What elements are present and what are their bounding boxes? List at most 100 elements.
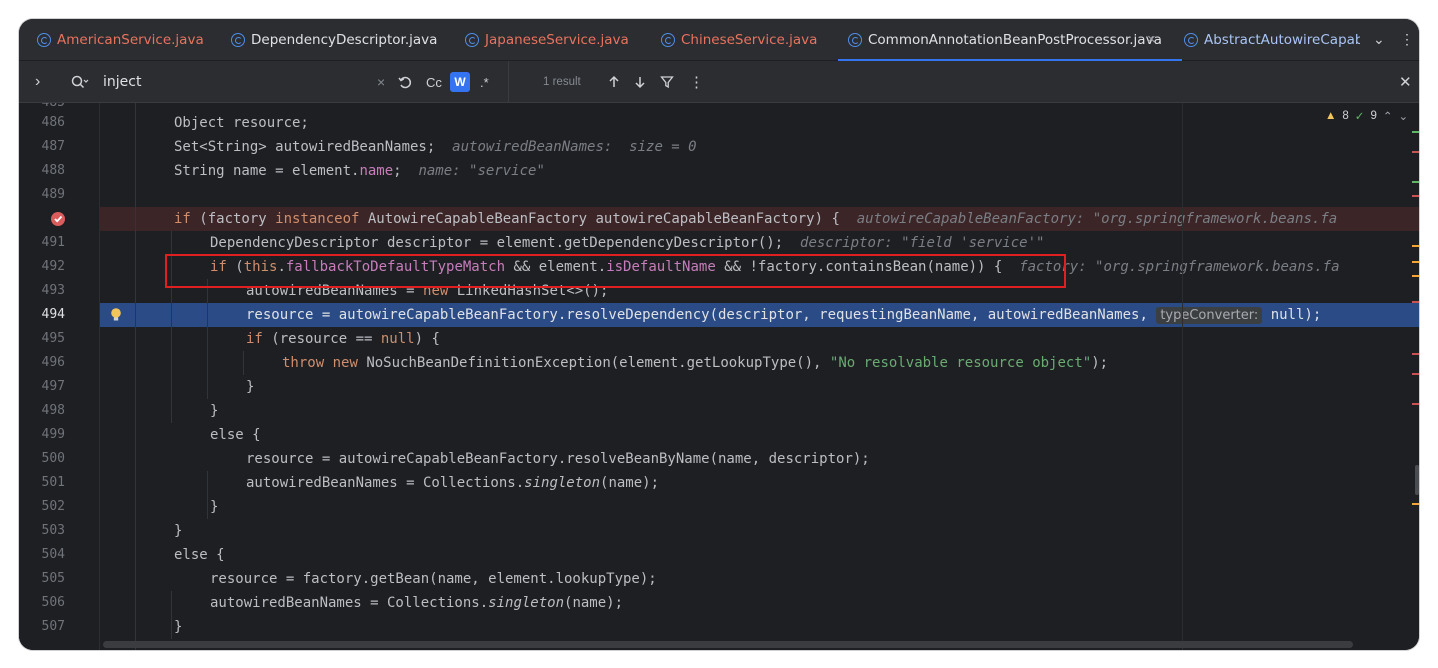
match-case-button[interactable]: Cc <box>426 61 442 103</box>
vertical-scrollbar[interactable] <box>1415 465 1419 495</box>
class-icon <box>848 33 862 47</box>
line-number: 486 <box>41 115 65 130</box>
ide-window: AmericanService.java DependencyDescripto… <box>19 19 1419 650</box>
line-gutter: 485 486 487 488 489 491 492 493 494 495 … <box>19 103 100 650</box>
stripe-marker <box>1412 151 1419 153</box>
regex-button[interactable]: .* <box>480 61 489 103</box>
check-icon: ✓ <box>1354 111 1365 123</box>
indent-guide <box>135 103 136 650</box>
more-vertical-icon[interactable]: ⋮ <box>1400 31 1414 48</box>
line-number: 491 <box>41 235 65 250</box>
tab-common-annotation-bean-post-processor[interactable]: CommonAnnotationBeanPostProcessor.java <box>838 19 1182 61</box>
code-line: autowiredBeanNames = Collections.singlet… <box>210 595 624 611</box>
stripe-marker <box>1412 403 1419 405</box>
divider <box>1182 103 1183 650</box>
code-line: resource = autowireCapableBeanFactory.re… <box>246 307 1322 324</box>
debug-inline-value: autowiredBeanNames: size = 0 <box>452 139 697 155</box>
code-line: autowiredBeanNames = Collections.singlet… <box>246 475 660 491</box>
line-number: 487 <box>41 139 65 154</box>
class-icon <box>37 33 51 47</box>
code-line: } <box>174 619 183 635</box>
tab-chinese-service[interactable]: ChineseService.java <box>661 19 817 61</box>
debug-inline-value: autowireCapableBeanFactory: "org.springf… <box>856 211 1338 227</box>
debug-inline-value: factory: "org.springframework.beans.fa <box>1019 259 1340 275</box>
arrow-up-icon[interactable] <box>607 61 621 103</box>
stripe-marker <box>1412 245 1419 247</box>
editor-tab-bar: AmericanService.java DependencyDescripto… <box>19 19 1419 61</box>
search-icon <box>71 61 89 103</box>
line-number: 493 <box>41 283 65 298</box>
line-number: 506 <box>41 595 65 610</box>
code-line: throw new NoSuchBeanDefinitionException(… <box>282 355 1109 371</box>
stripe-marker <box>1412 353 1419 355</box>
more-vertical-icon[interactable]: ⋮ <box>689 61 704 103</box>
line-number: 505 <box>41 571 65 586</box>
stripe-marker <box>1412 181 1419 183</box>
code-line: String name = element.name; name: "servi… <box>174 163 545 179</box>
line-number: 496 <box>41 355 65 370</box>
stripe-marker <box>1412 373 1419 375</box>
indent-guide <box>207 279 208 399</box>
parameter-hint: typeConverter: <box>1156 307 1263 324</box>
code-line: else { <box>174 547 225 563</box>
tab-dependency-descriptor[interactable]: DependencyDescriptor.java <box>231 19 437 61</box>
search-input[interactable]: inject <box>103 61 141 103</box>
code-line: Set<String> autowiredBeanNames; autowire… <box>174 139 697 155</box>
chevron-up-icon[interactable]: ⌃ <box>1383 109 1393 123</box>
stripe-marker <box>1412 503 1419 505</box>
chevron-down-icon[interactable]: ⌄ <box>1398 109 1408 123</box>
line-number: 504 <box>41 547 65 562</box>
horizontal-scrollbar[interactable] <box>103 641 1353 648</box>
lightbulb-icon[interactable] <box>110 307 122 328</box>
code-editor[interactable]: 485 486 487 488 489 491 492 493 494 495 … <box>19 103 1419 650</box>
chevron-down-icon[interactable]: ⌄ <box>1373 31 1385 48</box>
history-icon[interactable] <box>397 61 413 103</box>
class-icon <box>1184 33 1198 47</box>
find-bar: › inject × Cc W .* 1 result ⋮ ✕ <box>19 61 1419 103</box>
indent-guide <box>171 591 172 639</box>
line-number: 497 <box>41 379 65 394</box>
debug-inline-value: descriptor: "field 'service'" <box>800 235 1045 251</box>
line-number: 498 <box>41 403 65 418</box>
line-number: 492 <box>41 259 65 274</box>
expand-replace-icon[interactable]: › <box>35 61 40 103</box>
code-line: resource = autowireCapableBeanFactory.re… <box>246 451 870 467</box>
filter-icon[interactable] <box>660 61 674 103</box>
indent-guide <box>243 351 244 375</box>
tab-japanese-service[interactable]: JapaneseService.java <box>465 19 629 61</box>
line-number: 488 <box>41 163 65 178</box>
debug-inline-value: name: "service" <box>418 163 545 179</box>
breakpoint-icon[interactable] <box>51 212 65 226</box>
tab-american-service[interactable]: AmericanService.java <box>37 19 204 61</box>
code-line: } <box>210 403 219 419</box>
code-line: Object resource; <box>174 115 309 131</box>
inspection-widget[interactable]: ▲ 8 ✓ 9 ⌃ ⌄ <box>1325 109 1408 123</box>
divider <box>508 61 509 103</box>
warning-icon: ▲ <box>1325 110 1337 122</box>
line-number: 503 <box>41 523 65 538</box>
code-line: DependencyDescriptor descriptor = elemen… <box>210 235 1045 251</box>
highlight-annotation-box <box>165 254 1066 288</box>
tab-close-icon[interactable]: × <box>1147 31 1156 48</box>
code-line: resource = factory.getBean(name, element… <box>210 571 657 587</box>
line-number: 502 <box>41 499 65 514</box>
whole-words-button[interactable]: W <box>450 72 470 92</box>
line-number: 489 <box>41 187 65 202</box>
class-icon <box>661 33 675 47</box>
code-line: else { <box>210 427 261 443</box>
clear-search-icon[interactable]: × <box>377 61 385 103</box>
line-number: 507 <box>41 619 65 634</box>
tab-abstract-autowire-capable[interactable]: AbstractAutowireCapable <box>1184 19 1360 61</box>
code-line: } <box>210 499 219 515</box>
line-number: 494 <box>41 307 65 322</box>
close-find-icon[interactable]: ✕ <box>1399 61 1412 103</box>
stripe-marker <box>1412 275 1419 277</box>
line-number: 500 <box>41 451 65 466</box>
arrow-down-icon[interactable] <box>633 61 647 103</box>
stripe-marker <box>1412 301 1419 303</box>
line-number: 499 <box>41 427 65 442</box>
line-number: 501 <box>41 475 65 490</box>
class-icon <box>465 33 479 47</box>
line-number: 495 <box>41 331 65 346</box>
code-line: if (resource == null) { <box>246 331 440 347</box>
